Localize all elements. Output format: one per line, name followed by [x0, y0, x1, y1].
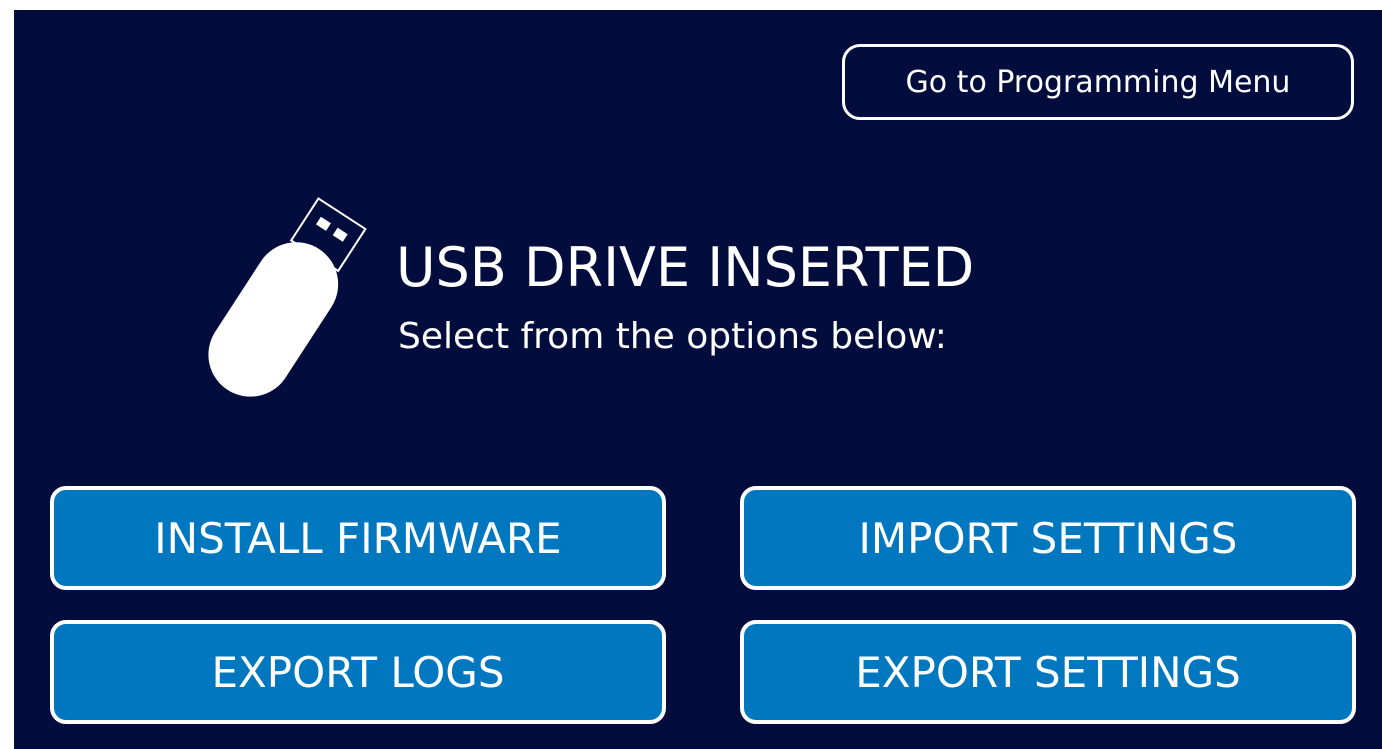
instructions-subtitle: Select from the options below:: [398, 316, 947, 357]
export-settings-button[interactable]: EXPORT SETTINGS: [740, 620, 1356, 724]
usb-drive-icon: [208, 197, 367, 397]
install-firmware-button[interactable]: INSTALL FIRMWARE: [50, 486, 666, 590]
import-settings-button[interactable]: IMPORT SETTINGS: [740, 486, 1356, 590]
go-to-programming-menu-button[interactable]: Go to Programming Menu: [842, 44, 1354, 120]
export-logs-button[interactable]: EXPORT LOGS: [50, 620, 666, 724]
usb-inserted-title: USB DRIVE INSERTED: [396, 236, 975, 299]
usb-options-screen: Go to Programming Menu USB DRIVE INSERTE…: [14, 10, 1382, 749]
